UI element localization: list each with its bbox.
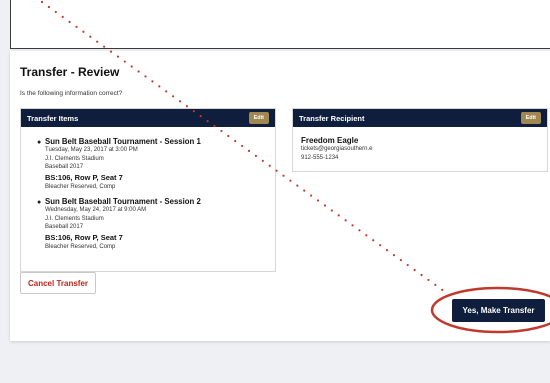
confirmation-question: Is the following information correct? <box>20 90 123 97</box>
transfer-recipient-title: Transfer Recipient <box>299 113 365 123</box>
event-name: Sun Belt Baseball Tournament - Session 1 <box>45 137 201 146</box>
price-type: Bleacher Reserved, Comp <box>45 243 116 250</box>
event-datetime: Tuesday, May 23, 2017 at 3:00 PM <box>45 147 138 153</box>
recipient-phone: 912-555-1234 <box>301 154 339 161</box>
list-item: ● Sun Belt Baseball Tournament - Session… <box>37 137 275 191</box>
event-name: Sun Belt Baseball Tournament - Session 2 <box>45 197 201 206</box>
recipient-name: Freedom Eagle <box>301 136 359 145</box>
event-venue: J.I. Clements Stadium <box>45 215 104 222</box>
page-title: Transfer - Review <box>20 65 120 79</box>
top-bar <box>10 0 550 49</box>
cancel-transfer-button[interactable]: Cancel Transfer <box>20 272 96 294</box>
edit-items-button[interactable]: Edit <box>248 112 269 124</box>
list-item: ● Sun Belt Baseball Tournament - Session… <box>37 197 275 251</box>
transfer-items-title: Transfer Items <box>27 113 79 123</box>
event-datetime: Wednesday, May 24, 2017 at 9:00 AM <box>45 207 147 213</box>
make-transfer-button[interactable]: Yes, Make Transfer <box>452 299 545 322</box>
transfer-recipient-panel: Transfer Recipient Edit Freedom Eagle ti… <box>292 108 548 172</box>
seat-location: BS:106, Row P, Seat 7 <box>45 232 123 242</box>
bullet-icon: ● <box>37 199 42 206</box>
event-season: Baseball 2017 <box>45 224 84 230</box>
transfer-items-list: ● Sun Belt Baseball Tournament - Session… <box>21 127 275 251</box>
seat-location: BS:106, Row P, Seat 7 <box>45 172 123 182</box>
transfer-recipient-header: Transfer Recipient Edit <box>293 109 547 127</box>
event-venue: J.I. Clements Stadium <box>45 155 104 162</box>
transfer-items-panel: Transfer Items Edit ● Sun Belt Baseball … <box>20 108 276 272</box>
bullet-icon: ● <box>37 139 42 146</box>
price-type: Bleacher Reserved, Comp <box>45 183 116 190</box>
transfer-items-header: Transfer Items Edit <box>21 109 275 127</box>
recipient-details: Freedom Eagle tickets@georgiasouthern.e … <box>293 127 547 162</box>
edit-recipient-button[interactable]: Edit <box>520 112 541 124</box>
event-season: Baseball 2017 <box>45 164 84 170</box>
recipient-email: tickets@georgiasouthern.e <box>301 146 373 152</box>
